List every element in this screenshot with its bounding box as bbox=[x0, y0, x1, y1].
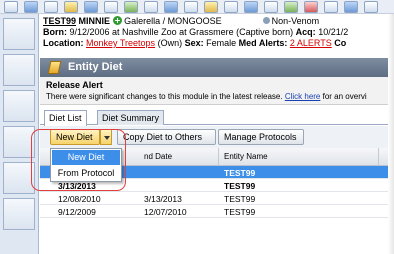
nav-tile-1[interactable] bbox=[3, 18, 35, 50]
toolbar-report-icon[interactable] bbox=[224, 1, 238, 13]
nav-tile-5[interactable] bbox=[3, 162, 35, 194]
toolbar-leaf-icon[interactable] bbox=[284, 1, 298, 13]
table-row[interactable]: 9/12/2009 12/07/2010 TEST99 bbox=[40, 205, 394, 218]
tab-diet-list[interactable]: Diet List bbox=[44, 110, 87, 126]
alert-message-text: There were significant changes to this m… bbox=[46, 92, 283, 101]
animal-name: MINNIE bbox=[78, 16, 111, 26]
manage-protocols-button[interactable]: Manage Protocols bbox=[218, 129, 304, 145]
toolbar-chart-icon[interactable] bbox=[164, 1, 178, 13]
toolbar-star-icon[interactable] bbox=[204, 1, 218, 13]
toolbar-monitor-icon[interactable] bbox=[84, 1, 98, 13]
cell-start: 3/13/2013 bbox=[58, 181, 96, 191]
new-diet-menu: New Diet From Protocol bbox=[50, 148, 122, 182]
acq-value: 10/21/2 bbox=[318, 27, 349, 37]
new-diet-button[interactable]: New Diet bbox=[50, 129, 100, 145]
toolbar-users-icon[interactable] bbox=[244, 1, 258, 13]
cell-end: 3/13/2013 bbox=[144, 194, 182, 204]
toolbar-grid-icon[interactable] bbox=[184, 1, 198, 13]
co-label: Co bbox=[334, 38, 347, 48]
toolbar-mail-icon[interactable] bbox=[344, 1, 358, 13]
nav-tile-4[interactable] bbox=[3, 126, 35, 158]
header-line-2: Born: 9/12/2006 at Nashville Zoo at Gras… bbox=[43, 27, 348, 38]
animal-header: TEST99 MINNIE Galerella / MONGOOSE Non-V… bbox=[40, 14, 394, 58]
action-bar: New Diet Copy Diet to Others Manage Prot… bbox=[40, 126, 394, 148]
alerts-link[interactable]: 2 ALERTS bbox=[290, 38, 332, 48]
cell-entity: TEST99 bbox=[224, 181, 256, 191]
copy-diet-button[interactable]: Copy Diet to Others bbox=[117, 129, 216, 145]
module-title-bar: Entity Diet bbox=[40, 58, 394, 77]
toolbar-calendar-icon[interactable] bbox=[144, 1, 158, 13]
diet-icon bbox=[47, 61, 62, 74]
toolbar-paw-icon[interactable] bbox=[124, 1, 138, 13]
alert-title: Release Alert bbox=[46, 80, 103, 90]
venom-status: Non-Venom bbox=[271, 16, 320, 26]
acq-label: Acq: bbox=[295, 27, 316, 37]
tab-bar: Diet List Diet Summary bbox=[40, 108, 394, 126]
toolbar-alert-icon[interactable] bbox=[304, 1, 318, 13]
toolbar-cards-icon[interactable] bbox=[44, 1, 58, 13]
menu-item-from-protocol[interactable]: From Protocol bbox=[52, 166, 120, 181]
table-row[interactable]: 12/08/2010 3/13/2013 TEST99 bbox=[40, 192, 394, 205]
animal-id[interactable]: TEST99 bbox=[43, 16, 76, 26]
cell-end: 12/07/2010 bbox=[144, 207, 187, 217]
born-label: Born: bbox=[43, 27, 67, 37]
location-link[interactable]: Monkey Treetops bbox=[86, 38, 155, 48]
nav-tile-6[interactable] bbox=[3, 198, 35, 230]
location-label: Location: bbox=[43, 38, 84, 48]
toolbar-settings-icon[interactable] bbox=[364, 1, 378, 13]
toolbar-globe-icon[interactable] bbox=[24, 1, 38, 13]
ownership: (Own) bbox=[157, 38, 183, 48]
cell-entity: TEST99 bbox=[224, 194, 256, 204]
nav-tile-2[interactable] bbox=[3, 54, 35, 86]
tab-diet-summary[interactable]: Diet Summary bbox=[97, 110, 165, 125]
add-icon[interactable] bbox=[112, 16, 122, 25]
cell-start: 12/08/2010 bbox=[58, 194, 101, 204]
nav-tile-3[interactable] bbox=[3, 90, 35, 122]
taxonomy: Galerella / MONGOOSE bbox=[124, 16, 222, 26]
toolbar-print-icon[interactable] bbox=[264, 1, 278, 13]
left-nav-panel bbox=[0, 14, 39, 254]
release-alert: Release Alert There were significant cha… bbox=[40, 77, 394, 105]
page-edge-shadow bbox=[388, 14, 394, 254]
col-entity-name[interactable]: Entity Name bbox=[224, 152, 268, 161]
born-value: 9/12/2006 at Nashville Zoo at Grassmere bbox=[69, 27, 234, 37]
toolbar-help-icon[interactable] bbox=[324, 1, 338, 13]
module-title: Entity Diet bbox=[68, 61, 123, 73]
header-line-1: TEST99 MINNIE Galerella / MONGOOSE Non-V… bbox=[43, 16, 319, 27]
venom-icon bbox=[262, 17, 270, 24]
toolbar-doc-icon[interactable] bbox=[4, 1, 18, 13]
sex-value: Female bbox=[206, 38, 237, 48]
toolbar-folder-icon[interactable] bbox=[64, 1, 78, 13]
alert-message: There were significant changes to this m… bbox=[46, 92, 367, 101]
cell-entity: TEST99 bbox=[224, 207, 256, 217]
toolbar-list-icon[interactable] bbox=[104, 1, 118, 13]
alert-message-tail: for an overvi bbox=[322, 92, 367, 101]
cell-entity: TEST99 bbox=[224, 168, 256, 178]
new-diet-dropdown-arrow[interactable] bbox=[100, 129, 112, 145]
born-type: (Captive born) bbox=[236, 27, 294, 37]
cell-start: 9/12/2009 bbox=[58, 207, 96, 217]
col-end-date[interactable]: nd Date bbox=[144, 152, 172, 161]
sex-label: Sex: bbox=[184, 38, 204, 48]
alerts-label: Med Alerts: bbox=[238, 38, 288, 48]
menu-item-new-diet[interactable]: New Diet bbox=[52, 150, 120, 165]
header-line-3: Location: Monkey Treetops (Own) Sex: Fem… bbox=[43, 38, 346, 49]
alert-click-here-link[interactable]: Click here bbox=[285, 92, 321, 101]
app-toolbar bbox=[0, 0, 394, 14]
